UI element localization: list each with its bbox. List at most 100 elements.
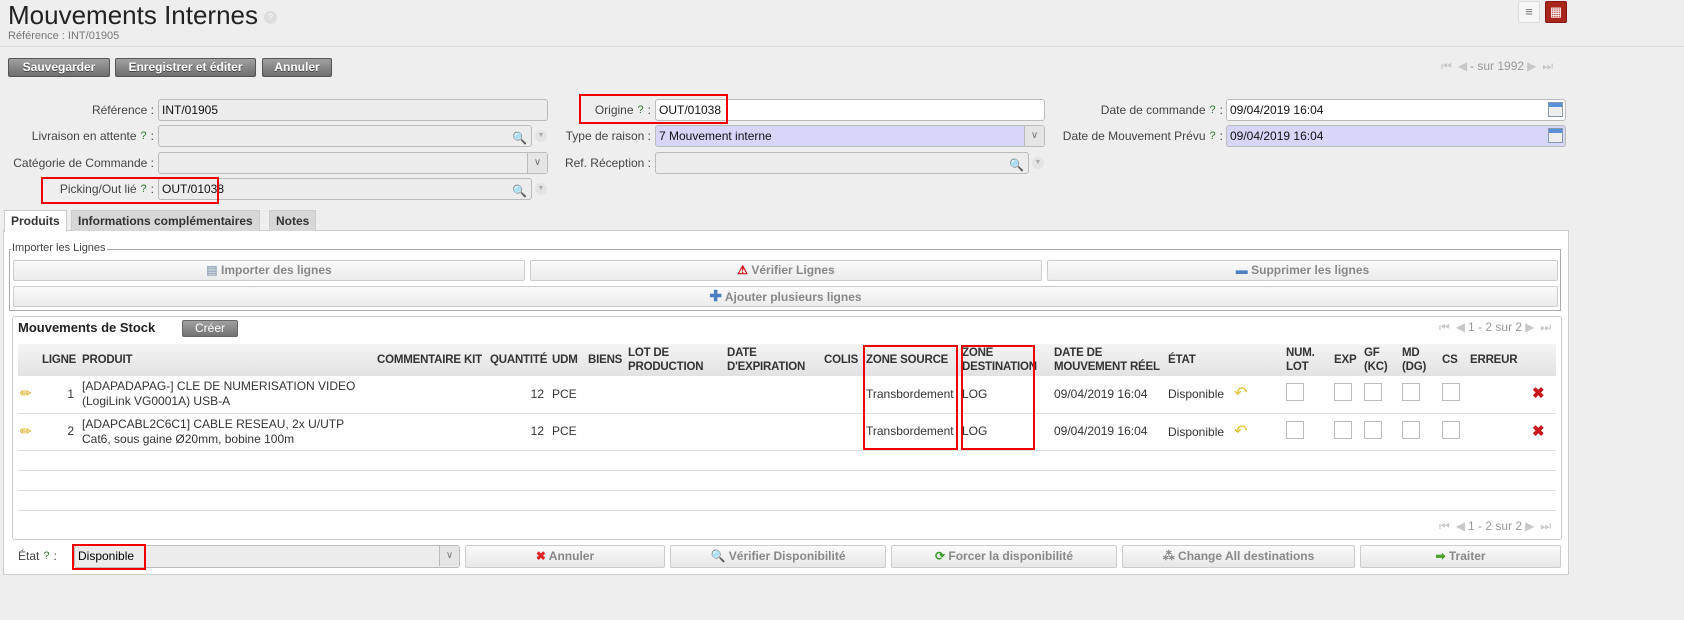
footer-cancel-button[interactable]: ✖ Annuler [465, 545, 665, 568]
dropdown-icon[interactable]: ▼ [535, 183, 547, 195]
help-icon[interactable]: ? [43, 550, 49, 562]
categorie-select[interactable]: ∨ [158, 152, 548, 174]
cell-zone-source: Transbordement [864, 413, 960, 451]
col-exp[interactable]: EXP [1332, 344, 1362, 376]
col-md[interactable]: MD (DG) [1400, 344, 1440, 376]
checkbox[interactable] [1334, 383, 1352, 402]
col-commentaire[interactable]: COMMENTAIRE [375, 344, 462, 376]
checkbox[interactable] [1442, 383, 1460, 402]
checkbox[interactable] [1402, 383, 1420, 402]
datecmd-field[interactable]: 09/04/2019 16:04 [1226, 99, 1566, 121]
create-button[interactable]: Créer [182, 320, 238, 337]
search-icon[interactable]: 🔍 [512, 181, 527, 201]
help-icon[interactable]: ? [141, 183, 147, 195]
etat-label: État?: [18, 545, 68, 567]
col-cs[interactable]: CS [1440, 344, 1468, 376]
checkbox[interactable] [1402, 420, 1420, 439]
cell-quantite: 12 [488, 413, 550, 451]
tab-produits[interactable]: Produits [4, 210, 67, 232]
cancel-button[interactable]: Annuler [262, 58, 332, 77]
undo-icon[interactable]: ↶ [1234, 385, 1247, 402]
prev-icon[interactable]: ◀ [1456, 519, 1465, 533]
col-lot[interactable]: LOT DE PRODUCTION [626, 344, 725, 376]
origine-field[interactable]: OUT/01038 [655, 99, 1045, 121]
table-row[interactable]: ✏ 2 [ADAPCABL2C6C1] CABLE RESEAU, 2x U/UTP… [18, 413, 1556, 451]
force-availability-button[interactable]: ⟳ Forcer la disponibilité [891, 545, 1117, 568]
list-view-icon[interactable]: ≡ [1518, 1, 1540, 23]
checkbox[interactable] [1364, 383, 1382, 402]
help-icon[interactable]: ? [1210, 130, 1216, 142]
delete-lines-button[interactable]: ▬ Supprimer les lignes [1047, 260, 1558, 281]
tab-informations[interactable]: Informations complémentaires [71, 210, 260, 231]
last-icon[interactable]: ⏭ [1542, 59, 1553, 73]
tab-notes[interactable]: Notes [269, 210, 317, 231]
help-icon[interactable]: ? [264, 10, 278, 24]
form-view-icon[interactable]: ▦ [1545, 1, 1567, 23]
checkbox[interactable] [1442, 420, 1460, 439]
col-gf[interactable]: GF (KC) [1362, 344, 1400, 376]
col-produit[interactable]: PRODUIT [80, 344, 375, 376]
edit-icon[interactable]: ✏ [20, 385, 32, 401]
edit-icon[interactable]: ✏ [20, 423, 32, 439]
prev-icon[interactable]: ◀ [1458, 59, 1467, 73]
col-date-mvt[interactable]: DATE DE MOUVEMENT RÉEL [1052, 344, 1166, 376]
calendar-icon[interactable] [1548, 128, 1563, 143]
change-destinations-button[interactable]: ⁂ Change All destinations [1122, 545, 1355, 568]
delete-icon[interactable]: ✖ [1532, 423, 1545, 440]
datemvt-field[interactable]: 09/04/2019 16:04 [1226, 125, 1566, 147]
dropdown-icon[interactable]: ▼ [1032, 157, 1044, 169]
first-icon[interactable]: ⏮ [1439, 519, 1450, 533]
delete-icon[interactable]: ✖ [1532, 385, 1545, 402]
col-num-lot[interactable]: NUM. LOT [1284, 344, 1332, 376]
label: Vérifier Lignes [751, 263, 835, 277]
value: OUT/01038 [162, 182, 225, 196]
last-icon[interactable]: ⏭ [1540, 519, 1551, 533]
first-icon[interactable]: ⏮ [1439, 320, 1450, 334]
col-edit [18, 344, 40, 376]
col-udm[interactable]: UDM [550, 344, 586, 376]
reference-field[interactable]: INT/01905 [158, 99, 548, 121]
chevron-down-icon[interactable]: ∨ [439, 546, 459, 566]
livraison-field[interactable]: 🔍 ▼ [158, 125, 547, 147]
save-edit-button[interactable]: Enregistrer et éditer [115, 58, 256, 77]
col-etat[interactable]: ÉTAT [1166, 344, 1284, 376]
add-lines-button[interactable]: ✚ Ajouter plusieurs lignes [13, 286, 1558, 307]
cell-kit [462, 413, 488, 451]
table-row[interactable]: ✏ 1 [ADAPADAPAG-] CLE DE NUMERISATION VIDE… [18, 376, 1556, 414]
checkbox[interactable] [1364, 420, 1382, 439]
import-lines-button[interactable]: ▤ Importer des lignes [13, 260, 525, 281]
next-icon[interactable]: ▶ [1525, 320, 1534, 334]
col-zone-dest[interactable]: ZONE DESTINATION [960, 344, 1052, 376]
process-button[interactable]: ➡ Traiter [1360, 545, 1561, 568]
search-icon[interactable]: 🔍 [1009, 155, 1024, 175]
save-button[interactable]: Sauvegarder [8, 58, 110, 77]
col-erreur[interactable]: ERREUR [1468, 344, 1530, 376]
calendar-icon[interactable] [1548, 102, 1563, 117]
checkbox[interactable] [1334, 420, 1352, 439]
next-icon[interactable]: ▶ [1527, 59, 1536, 73]
help-icon[interactable]: ? [1210, 104, 1216, 116]
etat-select[interactable]: Disponible ∨ [74, 545, 460, 568]
col-quantite[interactable]: QUANTITÉ [488, 344, 550, 376]
checkbox[interactable] [1286, 383, 1304, 402]
help-icon[interactable]: ? [141, 130, 147, 142]
undo-icon[interactable]: ↶ [1234, 423, 1247, 440]
refrec-field[interactable]: 🔍 ▼ [655, 152, 1044, 175]
col-kit[interactable]: KIT [462, 344, 488, 376]
col-biens[interactable]: BIENS [586, 344, 626, 376]
first-icon[interactable]: ⏮ [1441, 59, 1452, 73]
col-date-exp[interactable]: DATE D'EXPIRATION [725, 344, 822, 376]
checkbox[interactable] [1286, 420, 1304, 439]
last-icon[interactable]: ⏭ [1540, 320, 1551, 334]
type-select[interactable]: 7 Mouvement interne ∨ [655, 125, 1045, 147]
col-colis[interactable]: COLIS [822, 344, 864, 376]
verify-availability-button[interactable]: 🔍 Vérifier Disponibilité [670, 545, 886, 568]
label-text: Origine [594, 103, 634, 117]
col-ligne[interactable]: LIGNE [40, 344, 80, 376]
verify-lines-button[interactable]: ⚠ Vérifier Lignes [530, 260, 1042, 281]
prev-icon[interactable]: ◀ [1456, 320, 1465, 334]
next-icon[interactable]: ▶ [1525, 519, 1534, 533]
col-zone-source[interactable]: ZONE SOURCE [864, 344, 960, 376]
picking-field[interactable]: OUT/01038 🔍 ▼ [158, 178, 547, 201]
help-icon[interactable]: ? [638, 104, 644, 116]
